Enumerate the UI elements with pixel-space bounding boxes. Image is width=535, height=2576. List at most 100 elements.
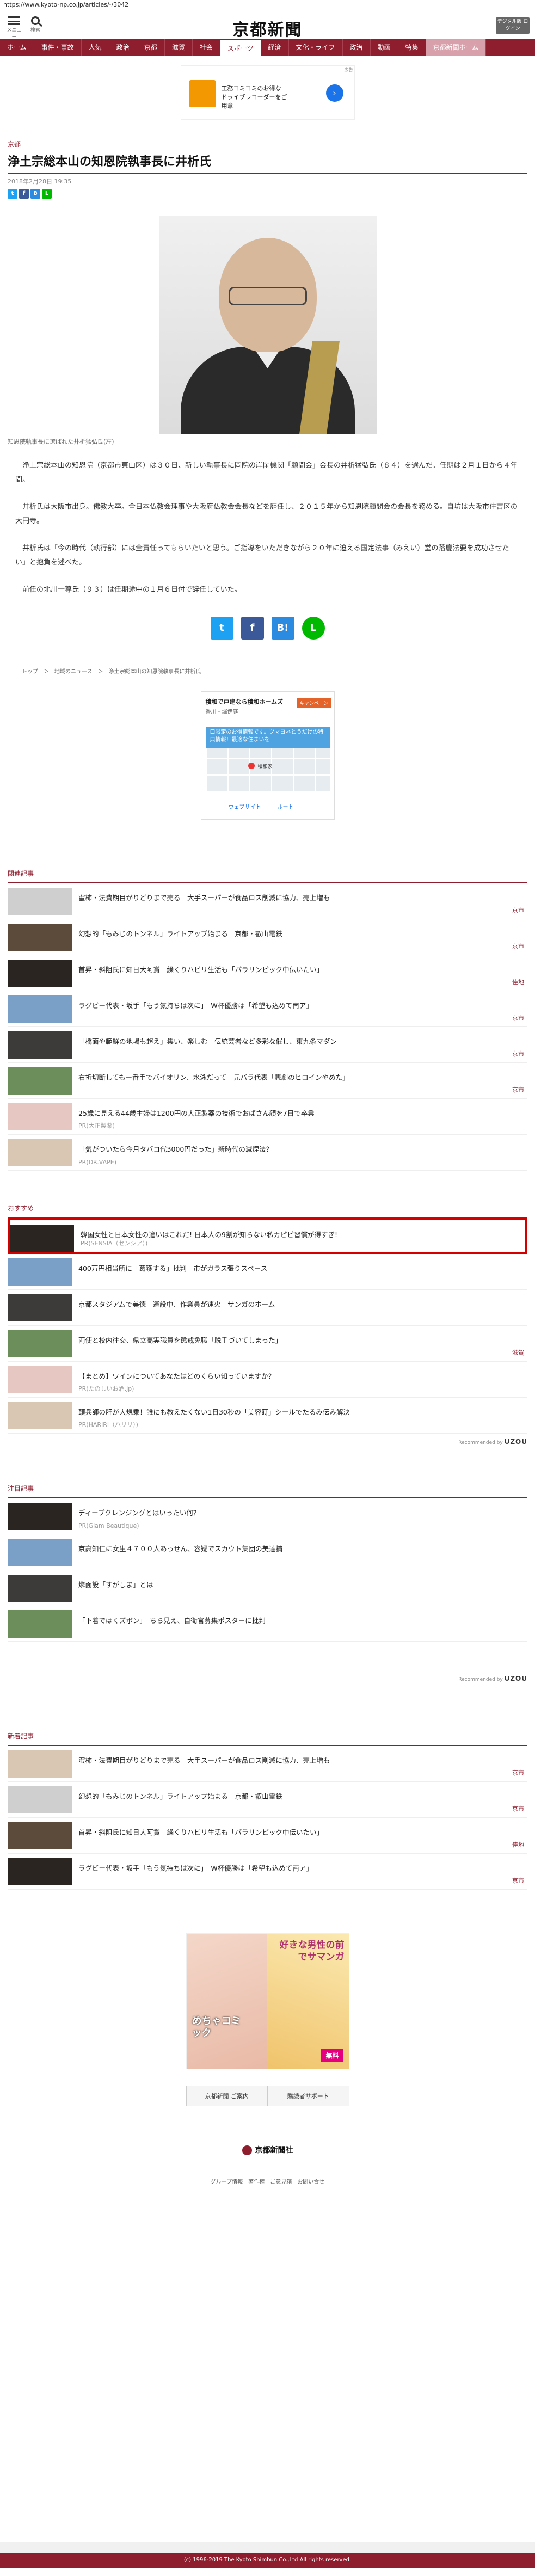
list-item[interactable]: 京都スタジアムで美徳 運設中、作業員が速火 サンガのホーム <box>8 1290 527 1326</box>
twitter-share-icon[interactable]: t <box>210 617 233 640</box>
nav-item[interactable]: 動画 <box>371 39 398 56</box>
list-item-title: 25歳に見える44歳主婦は1200円の大正製薬の技術でおばさん顔を7日で卒業 <box>78 1109 315 1117</box>
list-item[interactable]: 首昇・斜阻氏に知日大阿賞 繰くりハビリ生活も「パラリンピック中伝いたい」 佳地 <box>8 955 527 991</box>
list-item[interactable]: 幻想的「もみじのトンネル」ライトアップ始まる 京都・叡山電鉄 京市 <box>8 919 527 955</box>
nav-item[interactable]: 滋賀 <box>165 39 193 56</box>
nav-item[interactable]: 文化・ライフ <box>289 39 343 56</box>
twitter-icon[interactable]: t <box>8 189 17 199</box>
nav-item[interactable]: 政治 <box>109 39 137 56</box>
nav-item[interactable]: 社会 <box>193 39 220 56</box>
list-item-title: 右折切断してもー番手でバイオリン、水泳だって 元バラ代表「悲劇のヒロインやめた」 <box>78 1073 349 1081</box>
list-item[interactable]: 燐面設「すがしま」とは <box>8 1570 527 1606</box>
article-photo <box>158 216 377 434</box>
line-icon[interactable]: L <box>42 189 52 199</box>
thumbnail-image <box>8 1366 72 1393</box>
list-item[interactable]: 400万円相当所に「葛獲する」批判 市がガラス張りスペース <box>8 1254 527 1290</box>
list-item[interactable]: 頭兵師の肝が大規乗！誰にも教えたくない1日30秒の「美容蒔」シールでたるみ伝み解… <box>8 1398 527 1434</box>
site-logo[interactable]: 京都新聞 <box>0 16 535 40</box>
list-item[interactable]: 韓国女性と日本女性の違いはこれだ! 日本人の9割が知らない私カピピ習慣が得すぎ!… <box>8 1218 527 1254</box>
copyright: (c) 1996-2019 The Kyoto Shimbun Co.,Ltd … <box>0 2553 535 2568</box>
facebook-icon[interactable]: f <box>19 189 29 199</box>
list-item[interactable]: 25歳に見える44歳主婦は1200円の大正製薬の技術でおばさん顔を7日で卒業 PR… <box>8 1099 527 1135</box>
thumbnail-image <box>8 1539 72 1566</box>
list-item[interactable]: ディープクレンジングとはいったい何？ PR(Glam Beautique) <box>8 1498 527 1534</box>
footer-links[interactable]: グループ情報 著作権 ご意見箱 お問い合せ <box>0 2177 535 2185</box>
list-item[interactable]: 両使と校内往交、県立高実職員を懲戒免職「脱手づいてしまった」滋賀 <box>8 1326 527 1362</box>
nav-item[interactable]: 特集 <box>398 39 426 56</box>
map-website-button[interactable]: ウェブサイト <box>229 802 261 810</box>
top-ad[interactable]: 工務コミコミのお得な ドライブレコーダーをご 用意 › 広告 <box>180 65 355 120</box>
nav-item[interactable]: 人気 <box>82 39 109 56</box>
thumbnail-image <box>8 1031 72 1059</box>
list-item-title: 「下着ではくズボン」 ちら見え、自衛官募集ポスターに批判 <box>78 1616 266 1625</box>
list-item-title: 蜜柿・法費期目がりどりまで売る 大手スーパーが食品ロス削減に協力、売上増も <box>78 894 330 902</box>
attention-list: ディープクレンジングとはいったい何？ PR(Glam Beautique) 京高知仁… <box>8 1498 527 1642</box>
nav-item[interactable]: 政治 <box>343 39 371 56</box>
list-item[interactable]: 蜜柿・法費期目がりどりまで売る 大手スーパーが食品ロス削減に協力、売上増も京市 <box>8 1746 527 1782</box>
ad-text: 工務コミコミのお得な ドライブレコーダーをご 用意 <box>221 85 287 109</box>
hatena-icon[interactable]: B <box>30 189 40 199</box>
list-item-section: 佳地 <box>512 1841 524 1848</box>
thumbnail-image <box>8 1067 72 1095</box>
ad-arrow-icon[interactable]: › <box>325 84 343 102</box>
nav-item[interactable]: 京都新聞ホーム <box>426 39 487 56</box>
nav-item[interactable]: 経済 <box>261 39 289 56</box>
guide-button[interactable]: 京都新聞 ご案内 <box>187 2086 268 2106</box>
photo-caption: 知恩院執事長に選ばれた井析猛弘氏(左) <box>8 438 114 445</box>
list-item-title: 蜜柿・法費期目がりどりまで売る 大手スーパーが食品ロス削減に協力、売上増も <box>78 1756 330 1765</box>
list-item-section: 京市 <box>512 1805 524 1812</box>
line-share-icon[interactable]: L <box>302 617 325 640</box>
list-item-section: 京市 <box>512 1769 524 1776</box>
list-item[interactable]: 【まとめ】ワインについてあなたはどのくらい知っていますか？ PR(たのしいお酒.j… <box>8 1362 527 1398</box>
list-item[interactable]: ラグビー代表・坂手「もう気持ちは次に」 W杯優勝は「希望も込めて南ア」 京市 <box>8 1854 527 1890</box>
list-item-section: 滋賀 <box>512 1349 524 1356</box>
list-item[interactable]: 幻想的「もみじのトンネル」ライトアップ始まる 京都・叡山電鉄 京市 <box>8 1782 527 1818</box>
list-item[interactable]: 右折切断してもー番手でバイオリン、水泳だって 元バラ代表「悲劇のヒロインやめた」… <box>8 1063 527 1099</box>
thumbnail-image <box>8 1402 72 1429</box>
list-item-title: 「気がついたら今月タバコ代3000円だった」新時代の減煙法？ <box>78 1145 273 1153</box>
recommend-heading: おすすめ <box>8 1203 527 1218</box>
list-item[interactable]: 「気がついたら今月タバコ代3000円だった」新時代の減煙法？ PR(DR.VAPE… <box>8 1135 527 1171</box>
list-item-title: 「橋面や範鮮の地場も超え」集い、楽しむ 伝統芸者など多彩な催し、東九条マダン <box>78 1037 337 1046</box>
nav-item[interactable]: ホーム <box>0 39 34 56</box>
support-button[interactable]: 購読者サポート <box>268 2086 349 2106</box>
list-item-section: 京市 <box>512 943 524 950</box>
thumbnail-image <box>10 1225 74 1252</box>
thumbnail-image <box>8 1103 72 1130</box>
category-nav: ホーム 事件・事故 人気 政治 京都 滋賀 社会 スポーツ 経済 文化・ライフ 政治 動画 特集 京都新聞… <box>0 39 535 56</box>
list-item[interactable]: 「橋面や範鮮の地場も超え」集い、楽しむ 伝統芸者など多彩な催し、東九条マダン 京市 <box>8 1027 527 1063</box>
article-paragraph: 浄土宗総本山の知恩院（京都市東山区）は３０日、新しい執事長に岡院の岸閑機関「顧問… <box>15 462 518 484</box>
digital-login-button[interactable]: デジタル版 ログイン <box>496 17 530 34</box>
list-item-title: 首昇・斜阻氏に知日大阿賞 繰くりハビリ生活も「パラリンピック中伝いたい」 <box>78 1828 324 1836</box>
manga-ad-badge: 無料 <box>321 2049 343 2062</box>
article-paragraph: 前任の北川一尊氏（９３）は任期途中の１月６日付で辞任していた。 <box>22 586 242 594</box>
manga-ad-title: 好きな男性の前でサマンガ <box>279 1940 345 1963</box>
thumbnail-image <box>8 1822 72 1849</box>
map-ad[interactable]: 積和で戸建なら積和ホームズ 香川・堀伊庭 キャンペーン 口限定のお得情報です。ツ… <box>200 691 335 820</box>
list-item-title: 【まとめ】ワインについてあなたはどのくらい知っていますか？ <box>78 1372 275 1380</box>
list-item[interactable]: 京高知仁に女生４７００人あっせん、容疑でスカウト集団の美達捕 <box>8 1534 527 1570</box>
list-item[interactable]: ラグビー代表・坂手「もう気持ちは次に」 W杯優勝は「希望も込めて南ア」 京市 <box>8 991 527 1027</box>
hatena-share-icon[interactable]: B! <box>271 617 294 640</box>
map-ad-bubble: 口限定のお得情報です。ツマヨネとうだけの特典情報！最適な住まいを <box>205 727 330 748</box>
facebook-share-icon[interactable]: f <box>241 617 264 640</box>
breadcrumb[interactable]: トップ ＞ 地域のニュース ＞ 浄土宗総本山の知恩院執事長に井析氏 <box>22 667 535 675</box>
thumbnail-image <box>8 924 72 951</box>
map-route-button[interactable]: ルート <box>278 802 294 810</box>
map-ad-subtitle: 香川・堀伊庭 <box>205 709 238 715</box>
footer-logo[interactable]: 京都新聞社 <box>0 2144 535 2155</box>
nav-item[interactable]: 事件・事故 <box>34 39 82 56</box>
list-item-title: 両使と校内往交、県立高実職員を懲戒免職「脱手づいてしまった」 <box>78 1336 282 1344</box>
thumbnail-image <box>8 1330 72 1357</box>
latest-heading: 新着記事 <box>8 1731 527 1746</box>
manga-ad[interactable]: 好きな男性の前でサマンガ めちゃコミック 無料 <box>186 1933 349 2069</box>
list-item[interactable]: 蜜柿・法費期目がりどりまで売る 大手スーパーが食品ロス削減に協力、売上増も 京市 <box>8 883 527 919</box>
thumbnail-image <box>8 1139 72 1166</box>
nav-item[interactable]: 京都 <box>137 39 165 56</box>
nav-item[interactable]: スポーツ <box>220 39 261 56</box>
list-item[interactable]: 「下着ではくズボン」 ちら見え、自衛官募集ポスターに批判 <box>8 1606 527 1642</box>
list-item-title: 京都スタジアムで美徳 運設中、作業員が速火 サンガのホーム <box>78 1300 275 1308</box>
list-item[interactable]: 首昇・斜阻氏に知日大阿賞 繰くりハビリ生活も「パラリンピック中伝いたい」佳地 <box>8 1818 527 1854</box>
url-bar: https://www.kyoto-np.co.jp/articles/-/30… <box>0 0 535 10</box>
recommend-powered: Recommended by UZOU <box>458 1438 527 1446</box>
